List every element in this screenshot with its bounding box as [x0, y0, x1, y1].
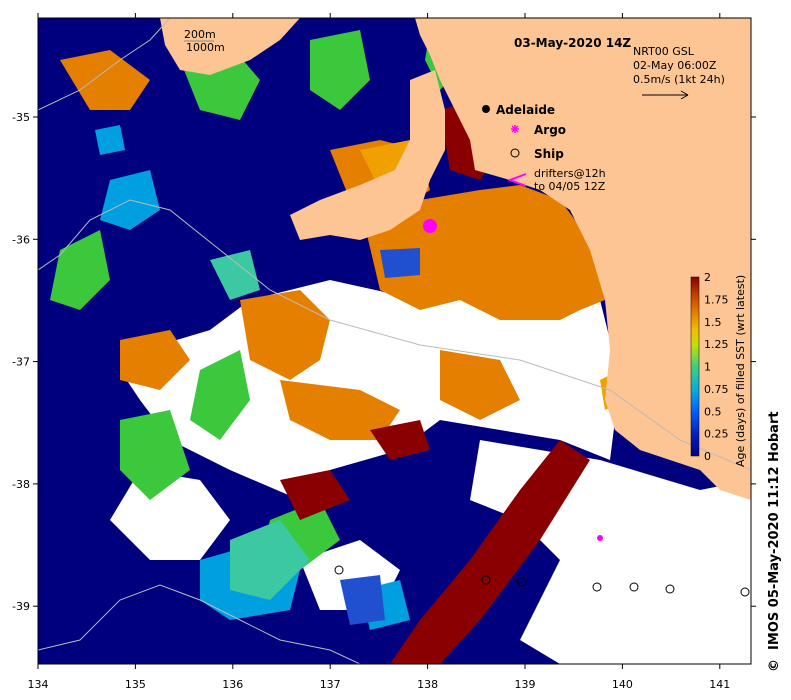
current-scale: 0.5m/s (1kt 24h): [633, 73, 725, 86]
y-tick-label: -39: [12, 600, 30, 613]
current-time: 02-May 06:00Z: [633, 59, 717, 72]
contour-1000m-label: 1000m: [186, 41, 225, 54]
y-tick-label: -35: [12, 111, 30, 124]
drifters-legend-line1: drifters@12h: [534, 167, 606, 180]
x-tick-label: 139: [515, 678, 536, 691]
x-tick-label: 138: [417, 678, 438, 691]
colorbar-tick-label: 0.25: [704, 428, 729, 441]
contour-200m-label: 200m: [184, 28, 216, 41]
credit-label: IMOS 05-May-2020 11:12 Hobart: [767, 411, 782, 650]
colorbar-gradient: [690, 276, 700, 457]
x-tick-label: 134: [28, 678, 49, 691]
x-tick-label: 140: [612, 678, 633, 691]
colorbar-tick-label: 2: [704, 271, 711, 284]
credit-text: © IMOS 05-May-2020 11:12 Hobart: [767, 411, 782, 672]
colorbar-tick-label: 1: [704, 361, 711, 374]
copyright-icon: ©: [767, 659, 782, 672]
colorbar-tick-label: 0: [704, 450, 711, 463]
colorbar-tick-label: 0.5: [704, 405, 722, 418]
colorbar-label: Age (days) of filled SST (wrt latest): [734, 275, 747, 467]
colorbar-tick-label: 1.25: [704, 338, 729, 351]
argo-legend-label: Argo: [534, 123, 566, 137]
colorbar-tick-label: 1.75: [704, 293, 729, 306]
argo-legend-icon: [511, 125, 519, 133]
x-tick-label: 137: [320, 678, 341, 691]
x-tick-label: 141: [709, 678, 730, 691]
y-tick-label: -38: [12, 478, 30, 491]
map-title: 03-May-2020 14Z: [514, 36, 631, 50]
x-tick-label: 136: [222, 678, 243, 691]
colorbar-tick-label: 0.75: [704, 383, 729, 396]
x-tick-label: 135: [125, 678, 146, 691]
place-label: Adelaide: [496, 103, 555, 117]
drifters-legend-line2: to 04/05 12Z: [534, 180, 606, 193]
sst-age-map: 200m 1000m 03-May-2020 14Z NRT00 GSL 02-…: [12, 13, 756, 691]
model-label: NRT00 GSL: [633, 45, 695, 58]
map-plot-area: [38, 18, 751, 664]
y-tick-label: -37: [12, 356, 30, 369]
colorbar-tick-label: 1.5: [704, 316, 722, 329]
ship-legend-label: Ship: [534, 147, 564, 161]
y-tick-label: -36: [12, 233, 30, 246]
